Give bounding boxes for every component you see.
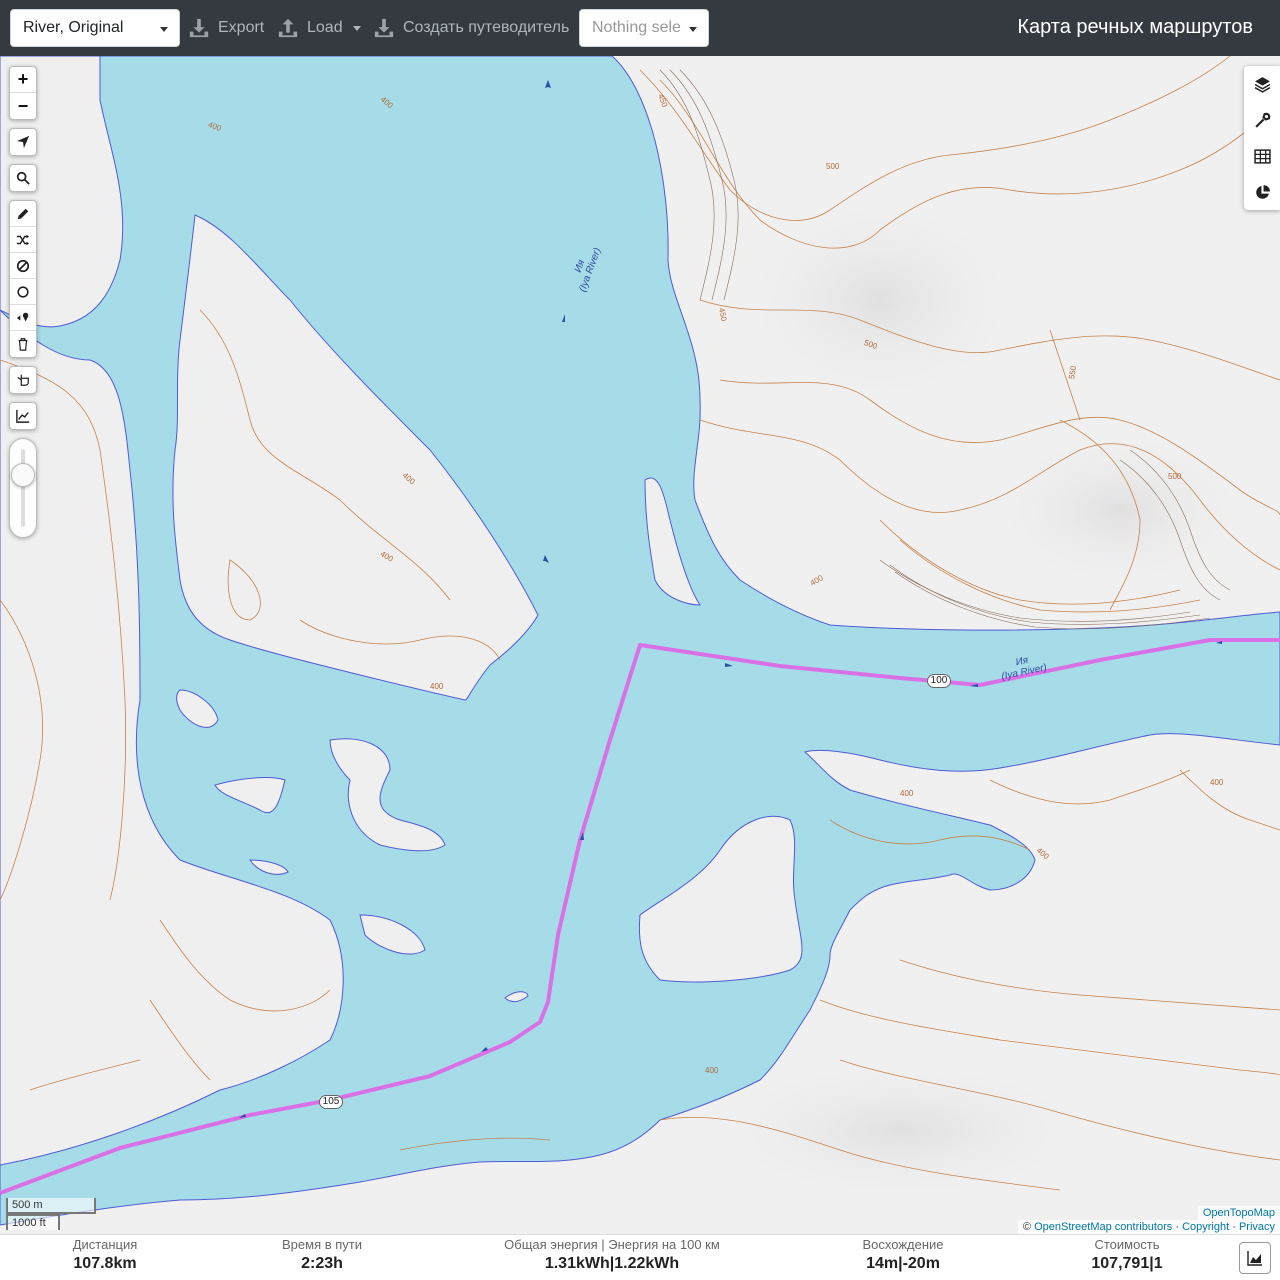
stat-time: Время в пути 2:23h [262, 1237, 382, 1273]
download-icon [374, 18, 394, 38]
circle-button[interactable] [10, 279, 36, 305]
shuffle-icon [16, 234, 30, 245]
hillshade [970, 420, 1270, 600]
elevation-chart-button[interactable] [1239, 1242, 1271, 1274]
line-chart-icon [16, 409, 30, 423]
load-button[interactable]: Load [277, 14, 361, 42]
profile-select-value: River, Original [23, 19, 124, 36]
separator: · [1232, 1221, 1236, 1233]
stat-label: Восхождение [862, 1237, 944, 1252]
stats-button[interactable] [1244, 174, 1280, 210]
chevron-down-icon [689, 27, 697, 32]
copyright-link[interactable]: Copyright [1182, 1221, 1229, 1233]
search-control [9, 164, 37, 192]
contour-label: 400 [1210, 778, 1224, 787]
area-chart-icon [1247, 1251, 1262, 1266]
upload-icon [278, 18, 298, 38]
selection-dropdown[interactable]: Nothing sele [579, 9, 709, 47]
elevation-button[interactable] [10, 403, 36, 429]
ban-icon [16, 259, 30, 272]
stat-value: 14m|-20m [866, 1255, 940, 1272]
export-label: Export [218, 19, 265, 36]
map-marker-icon [16, 312, 29, 321]
stat-value: 2:23h [301, 1255, 343, 1272]
top-navbar: River, Original Export Load Создать путе… [0, 0, 1280, 56]
contour-label: 500 [1168, 472, 1182, 481]
scale-imperial: 1000 ft [6, 1214, 60, 1230]
scale-metric: 500 m [6, 1198, 96, 1214]
poi-button[interactable] [10, 305, 36, 331]
contour-label: 400 [900, 789, 914, 798]
map-canvas [0, 56, 1280, 1234]
osm-link[interactable]: OpenStreetMap contributors [1034, 1221, 1172, 1233]
hand-pointer-icon [17, 374, 29, 386]
pencil-icon [17, 208, 29, 219]
search-icon [16, 171, 30, 185]
trash-icon [18, 338, 28, 351]
stat-label: Дистанция [72, 1237, 138, 1252]
stat-energy: Общая энергия | Энергия на 100 км 1.31kW… [492, 1237, 732, 1273]
create-guide-button[interactable]: Создать путеводитель [373, 14, 569, 42]
stat-value: 1.31kWh|1.22kWh [544, 1255, 680, 1272]
stat-value: 107.8km [73, 1255, 137, 1272]
table-icon [1253, 148, 1271, 164]
stat-ascent: Восхождение 14m|-20m [843, 1237, 963, 1273]
opacity-slider[interactable] [9, 438, 37, 538]
attribution: OpenTopoMap © OpenStreetMap contributors… [1017, 1206, 1280, 1234]
slider-track [21, 449, 25, 527]
draw-toolbar [9, 200, 37, 358]
map-view[interactable]: Ия (Iya River) Ия (Iya River) 100 105 40… [0, 56, 1280, 1234]
circle-icon [17, 285, 29, 298]
delete-route-button[interactable] [10, 331, 36, 357]
pointer-button[interactable] [10, 367, 36, 393]
contour-label: 400 [705, 1066, 719, 1075]
export-button[interactable]: Export [188, 14, 264, 42]
right-control-panel [1244, 66, 1280, 210]
zoom-control: + − [9, 66, 37, 120]
privacy-link[interactable]: Privacy [1239, 1221, 1275, 1233]
route-badge: 100 [927, 674, 951, 688]
table-button[interactable] [1244, 138, 1280, 174]
copyright-sign: © [1022, 1221, 1032, 1233]
load-label: Load [307, 19, 343, 36]
layers-button[interactable] [1244, 66, 1280, 102]
location-arrow-icon [16, 135, 30, 149]
contour-label: 400 [430, 682, 444, 691]
separator: · [1175, 1221, 1179, 1233]
stat-label: Время в пути [282, 1237, 362, 1252]
stats-bar: Дистанция 107.8km Время в пути 2:23h Общ… [0, 1234, 1280, 1280]
layers-icon [1254, 76, 1270, 93]
contour-label: 500 [826, 162, 840, 171]
draw-route-button[interactable] [10, 201, 36, 227]
download-icon [189, 18, 209, 38]
app-title: Карта речных маршрутов [1017, 16, 1253, 38]
locate-control [9, 128, 37, 156]
locate-button[interactable] [10, 129, 36, 155]
search-button[interactable] [10, 165, 36, 191]
create-guide-label: Создать путеводитель [403, 19, 570, 36]
stat-distance: Дистанция 107.8km [55, 1237, 155, 1273]
zoom-in-button[interactable]: + [10, 67, 36, 93]
wrench-icon [1254, 112, 1270, 128]
slider-handle[interactable] [11, 463, 35, 487]
customize-control [9, 366, 37, 394]
hillshade [720, 180, 1040, 420]
selection-dropdown-value: Nothing sele [592, 19, 681, 36]
opentopomap-link[interactable]: OpenTopoMap [1203, 1207, 1275, 1219]
stat-value: 107,791|1 [1091, 1255, 1163, 1272]
elevation-control [9, 402, 37, 430]
zoom-out-button[interactable]: − [10, 93, 36, 119]
stat-label: Стоимость [1094, 1237, 1160, 1252]
pie-chart-icon [1255, 184, 1270, 199]
stat-cost: Стоимость 107,791|1 [1067, 1237, 1187, 1273]
reverse-route-button[interactable] [10, 227, 36, 253]
settings-button[interactable] [1244, 102, 1280, 138]
stat-label: Общая энергия | Энергия на 100 км [504, 1237, 720, 1252]
profile-select[interactable]: River, Original [10, 9, 180, 47]
chevron-down-icon [160, 27, 168, 32]
chevron-down-icon [352, 25, 361, 31]
route-badge: 105 [319, 1095, 343, 1109]
no-go-area-button[interactable] [10, 253, 36, 279]
scale-bar: 500 m 1000 ft [6, 1198, 96, 1230]
